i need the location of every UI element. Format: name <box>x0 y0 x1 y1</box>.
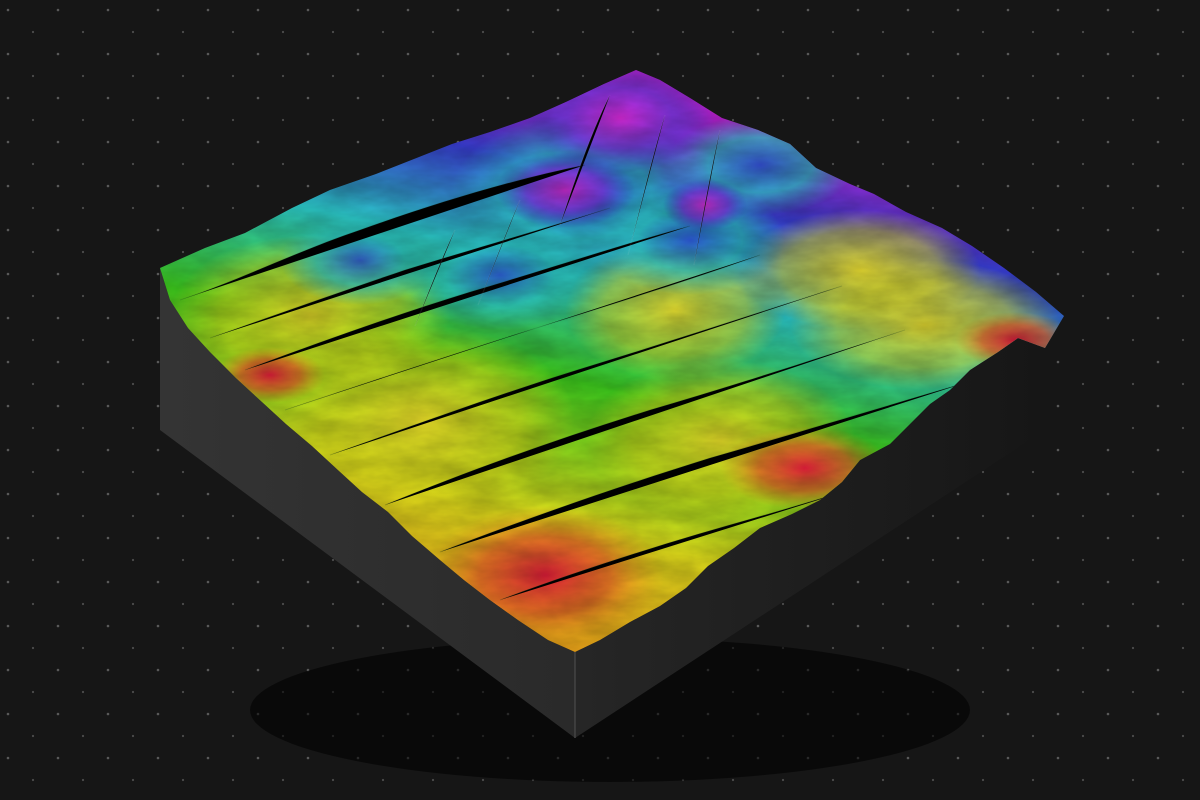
terrain-render-scene <box>0 0 1200 800</box>
terrain-render <box>0 0 1200 800</box>
